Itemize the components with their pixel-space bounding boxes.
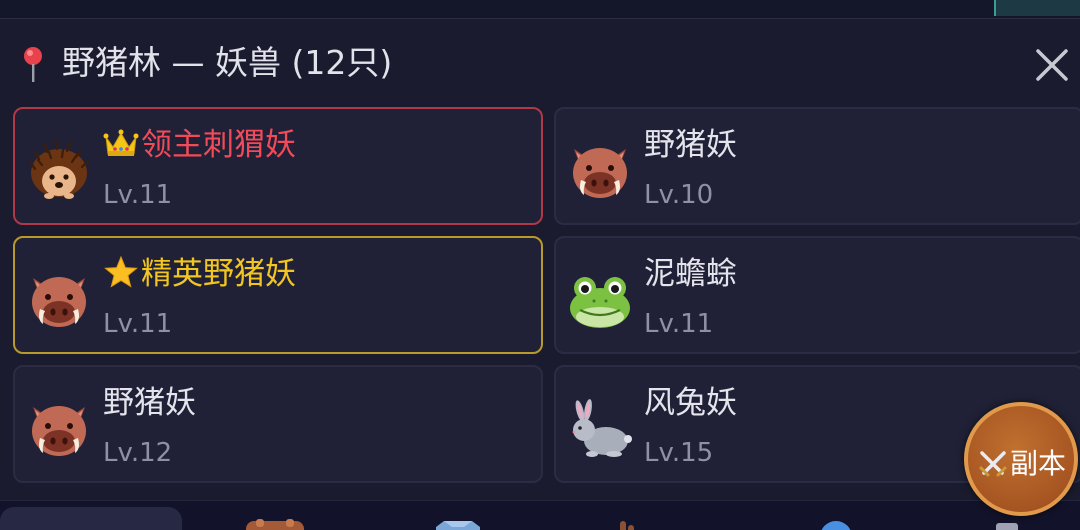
monster-level: Lv.10 — [644, 180, 714, 210]
monster-card-boss[interactable]: 领主刺猬妖 Lv.11 — [13, 107, 543, 225]
game-screen: 野猪林 — 妖兽 (12只) 领主刺猬妖 Lv.11 野猪妖 Lv.10 精英野… — [0, 0, 1080, 530]
monster-level: Lv.12 — [103, 438, 173, 468]
crown-icon — [103, 129, 139, 156]
monster-level: Lv.11 — [103, 180, 173, 210]
nav-tab-active[interactable] — [0, 507, 182, 530]
map-pin-icon — [24, 47, 42, 82]
monster-list-panel: 野猪林 — 妖兽 (12只) 领主刺猬妖 Lv.11 野猪妖 Lv.10 精英野… — [0, 18, 1080, 501]
monster-level: Lv.15 — [644, 438, 714, 468]
monster-card-elite[interactable]: 精英野猪妖 Lv.11 — [13, 236, 543, 354]
monster-name: 野猪妖 — [644, 127, 737, 163]
monster-name: 领主刺猬妖 — [103, 123, 296, 167]
rabbit-icon — [572, 399, 632, 457]
monster-name-text: 精英野猪妖 — [141, 256, 296, 292]
panel-header: 野猪林 — 妖兽 (12只) — [0, 19, 1080, 107]
monster-card[interactable]: 野猪妖 Lv.12 — [13, 365, 543, 483]
monster-name: 野猪妖 — [103, 385, 196, 421]
more-icon[interactable] — [992, 519, 1022, 530]
hedgehog-icon — [29, 139, 90, 199]
monster-name: 泥蟾蜍 — [644, 256, 737, 292]
star-icon — [104, 256, 138, 288]
bag-icon[interactable] — [240, 519, 310, 530]
monster-card[interactable]: 野猪妖 Lv.10 — [554, 107, 1080, 225]
globe-icon[interactable] — [816, 519, 856, 530]
frog-icon — [570, 277, 630, 328]
monster-name: 精英野猪妖 — [103, 252, 296, 296]
bottom-navigation — [0, 500, 1080, 530]
close-icon[interactable] — [1032, 45, 1072, 85]
monster-level: Lv.11 — [644, 309, 714, 339]
monster-name: 风兔妖 — [644, 385, 737, 421]
monster-level: Lv.11 — [103, 309, 173, 339]
top-right-panel-edge — [994, 0, 1080, 16]
top-bar-strip — [0, 0, 1080, 18]
boar-icon — [573, 148, 627, 198]
boar-icon — [32, 406, 86, 456]
boar-icon — [32, 277, 86, 327]
monster-card[interactable]: 泥蟾蜍 Lv.11 — [554, 236, 1080, 354]
hand-icon[interactable] — [612, 519, 642, 530]
dungeon-button-label: 副本 — [1010, 447, 1067, 480]
dungeon-button[interactable]: 副本 — [964, 402, 1078, 516]
panel-title: 野猪林 — 妖兽 (12只) — [62, 43, 393, 82]
crystal-icon[interactable] — [430, 519, 486, 530]
monster-name-text: 领主刺猬妖 — [141, 127, 296, 163]
crossed-swords-icon — [979, 451, 1007, 477]
